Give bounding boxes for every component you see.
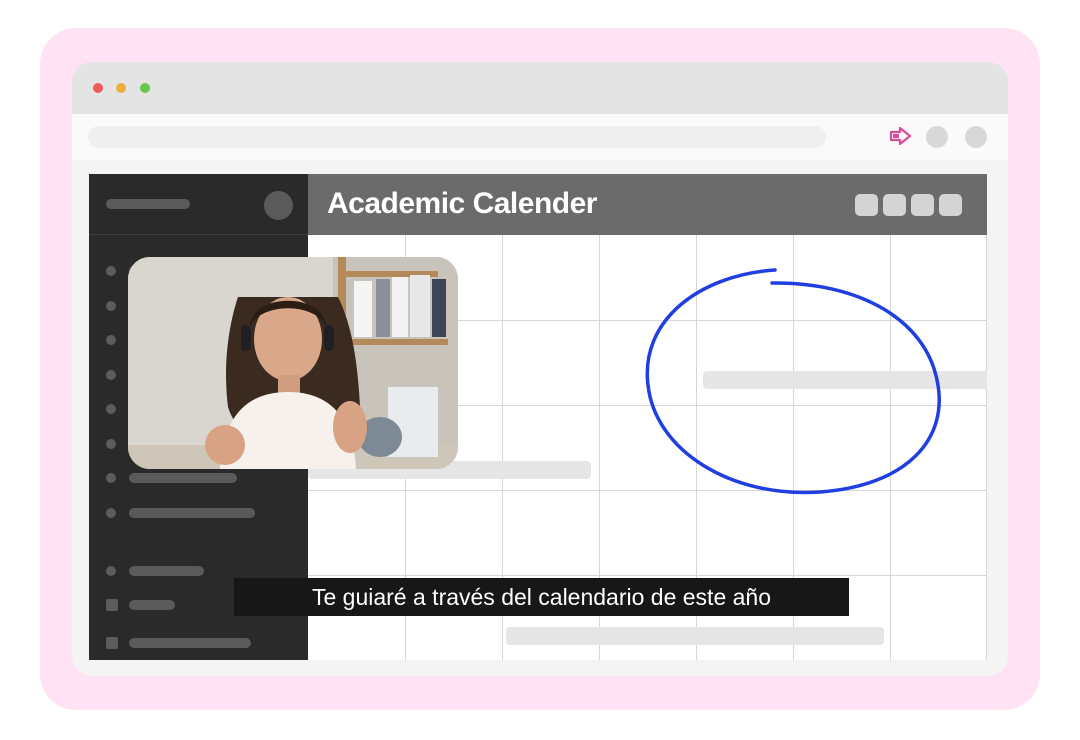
bullet-icon: [106, 508, 116, 518]
sidebar-item-label: [129, 566, 204, 576]
sidebar-item-label: [129, 638, 251, 648]
sidebar-title-placeholder: [106, 199, 190, 209]
grid-column-divider: [986, 235, 987, 660]
sidebar-item[interactable]: [106, 472, 296, 484]
page-title: Academic Calender: [327, 187, 597, 220]
bullet-icon: [106, 370, 116, 380]
share-arrow-icon[interactable]: [888, 124, 914, 148]
subtitle-caption: Te guiaré a través del calendario de est…: [234, 578, 849, 616]
sidebar-item[interactable]: [106, 565, 296, 577]
sidebar-header: [89, 174, 308, 235]
header-button[interactable]: [911, 194, 934, 216]
address-bar[interactable]: [88, 126, 826, 148]
calendar-header: Academic Calender: [308, 174, 987, 235]
bullet-icon: [106, 266, 116, 276]
presenter-photo: [128, 257, 458, 469]
bullet-icon: [106, 404, 116, 414]
minimize-window-button[interactable]: [116, 83, 126, 93]
maximize-window-button[interactable]: [140, 83, 150, 93]
square-icon: [106, 637, 118, 649]
presenter-video: [128, 257, 458, 469]
grid-row-divider: [308, 575, 987, 576]
header-button[interactable]: [855, 194, 878, 216]
sidebar-item-label: [129, 600, 175, 610]
close-window-button[interactable]: [93, 83, 103, 93]
calendar-event[interactable]: [506, 627, 884, 645]
grid-column-divider: [890, 235, 891, 660]
address-row: [72, 114, 1008, 160]
avatar[interactable]: [264, 191, 293, 220]
sidebar-item[interactable]: [106, 507, 296, 519]
square-icon: [106, 599, 118, 611]
profile-button[interactable]: [965, 126, 987, 148]
bullet-icon: [106, 301, 116, 311]
bullet-icon: [106, 439, 116, 449]
sidebar-item-label: [129, 508, 255, 518]
bullet-icon: [106, 473, 116, 483]
title-bar: [72, 62, 1008, 114]
sidebar-item-label: [129, 473, 237, 483]
bullet-icon: [106, 566, 116, 576]
header-button[interactable]: [939, 194, 962, 216]
bullet-icon: [106, 335, 116, 345]
header-button[interactable]: [883, 194, 906, 216]
toolbar-button[interactable]: [926, 126, 948, 148]
calendar-event[interactable]: [703, 371, 987, 389]
grid-row-divider: [308, 490, 987, 491]
sidebar-item[interactable]: [106, 637, 296, 649]
